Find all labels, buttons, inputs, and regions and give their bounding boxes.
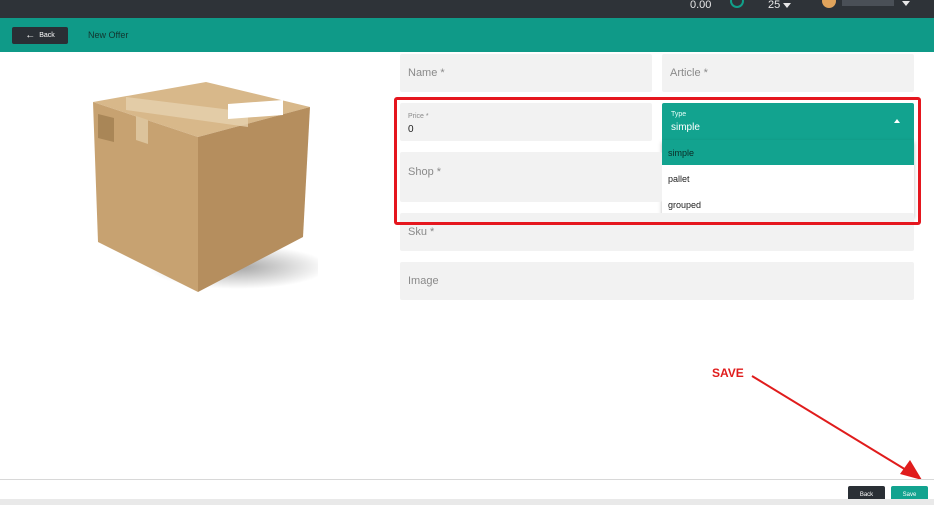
chevron-up-icon <box>894 119 900 123</box>
product-image <box>93 82 318 292</box>
image-field[interactable]: Image <box>400 262 914 300</box>
balance-value: 0.00 <box>690 0 712 11</box>
chevron-down-icon <box>783 2 792 8</box>
back-button[interactable]: ← Back <box>12 27 68 44</box>
type-dropdown: simple pallet grouped <box>662 140 914 217</box>
top-bar: 0.00 25 <box>0 0 934 18</box>
type-select[interactable]: Type simple <box>662 103 914 140</box>
shop-placeholder: Shop * <box>408 166 442 178</box>
footer-strip <box>0 499 934 505</box>
back-button-label: Back <box>39 32 55 39</box>
article-field[interactable]: Article * <box>662 54 914 92</box>
shop-field[interactable]: Shop * <box>400 152 662 202</box>
image-placeholder: Image <box>408 275 439 287</box>
avatar[interactable] <box>822 0 836 8</box>
count-selector[interactable]: 25 <box>768 0 792 11</box>
type-option-pallet[interactable]: pallet <box>662 166 914 191</box>
user-menu-chevron-icon[interactable] <box>902 1 910 6</box>
price-label: Price * <box>408 113 429 120</box>
type-label: Type <box>671 111 687 118</box>
user-name[interactable] <box>842 0 894 6</box>
name-placeholder: Name * <box>408 67 445 79</box>
count-value: 25 <box>768 0 781 11</box>
price-field[interactable]: Price * 0 <box>400 103 652 141</box>
page-title: New Offer <box>88 30 129 40</box>
type-option-simple[interactable]: simple <box>662 140 914 165</box>
annotation-arrow-icon <box>751 375 922 480</box>
article-placeholder: Article * <box>670 67 708 79</box>
arrow-left-icon: ← <box>25 29 36 41</box>
refresh-icon[interactable] <box>730 0 744 8</box>
type-value: simple <box>671 122 700 133</box>
footer-divider <box>0 479 934 480</box>
sku-placeholder: Sku * <box>408 226 435 238</box>
sku-field[interactable]: Sku * <box>400 213 914 251</box>
page-header: ← Back New Offer <box>0 18 934 52</box>
name-field[interactable]: Name * <box>400 54 652 92</box>
price-value: 0 <box>408 124 414 135</box>
